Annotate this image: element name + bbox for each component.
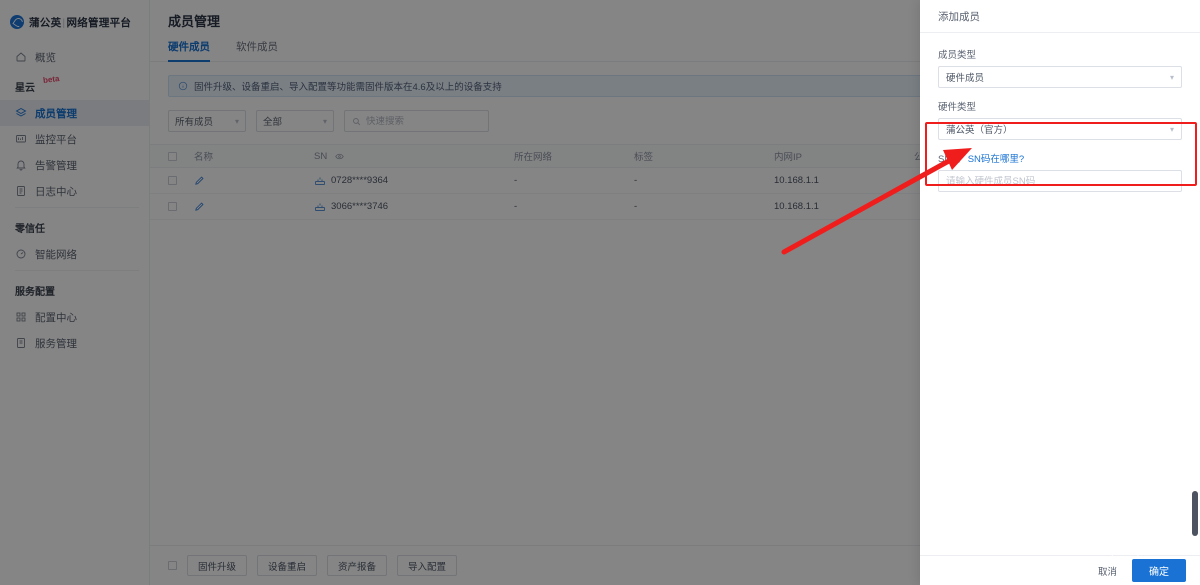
cancel-button[interactable]: 取消 [1093, 561, 1122, 581]
hardware-type-field: 硬件类型 蒲公英（官方） ▾ [938, 99, 1182, 140]
sn-label: SN码 [938, 154, 961, 165]
hardware-type-value: 蒲公英（官方） [946, 125, 1013, 136]
sn-field: SN码 SN码在哪里? [938, 151, 1182, 192]
drawer-title: 添加成员 [920, 0, 1200, 33]
member-type-select[interactable]: 硬件成员 ▾ [938, 66, 1182, 88]
add-member-drawer: 添加成员 成员类型 硬件成员 ▾ 硬件类型 蒲公英（官方） ▾ SN码 SN码在… [920, 0, 1200, 585]
drawer-scrollbar-thumb[interactable] [1192, 491, 1198, 536]
hardware-type-select[interactable]: 蒲公英（官方） ▾ [938, 118, 1182, 140]
member-type-field: 成员类型 硬件成员 ▾ [938, 47, 1182, 88]
drawer-body: 成员类型 硬件成员 ▾ 硬件类型 蒲公英（官方） ▾ SN码 SN码在哪里? [920, 33, 1200, 555]
confirm-button[interactable]: 确定 [1132, 559, 1186, 582]
sn-input[interactable] [946, 175, 1174, 187]
modal-overlay[interactable] [0, 0, 920, 585]
chevron-down-icon: ▾ [1169, 124, 1174, 134]
app-root: 蒲公英|网络管理平台 概览 星云 beta 成员管理 监控平台 告警管理 日志中… [0, 0, 1200, 585]
member-type-value: 硬件成员 [946, 73, 985, 84]
sn-help-link[interactable]: SN码在哪里? [968, 151, 1024, 165]
hardware-type-label: 硬件类型 [938, 102, 977, 113]
sn-label-row: SN码 SN码在哪里? [938, 151, 1182, 165]
chevron-down-icon: ▾ [1169, 72, 1174, 82]
sn-input-wrapper[interactable] [938, 170, 1182, 192]
member-type-label: 成员类型 [938, 50, 977, 61]
drawer-footer: 取消 确定 [920, 555, 1200, 585]
